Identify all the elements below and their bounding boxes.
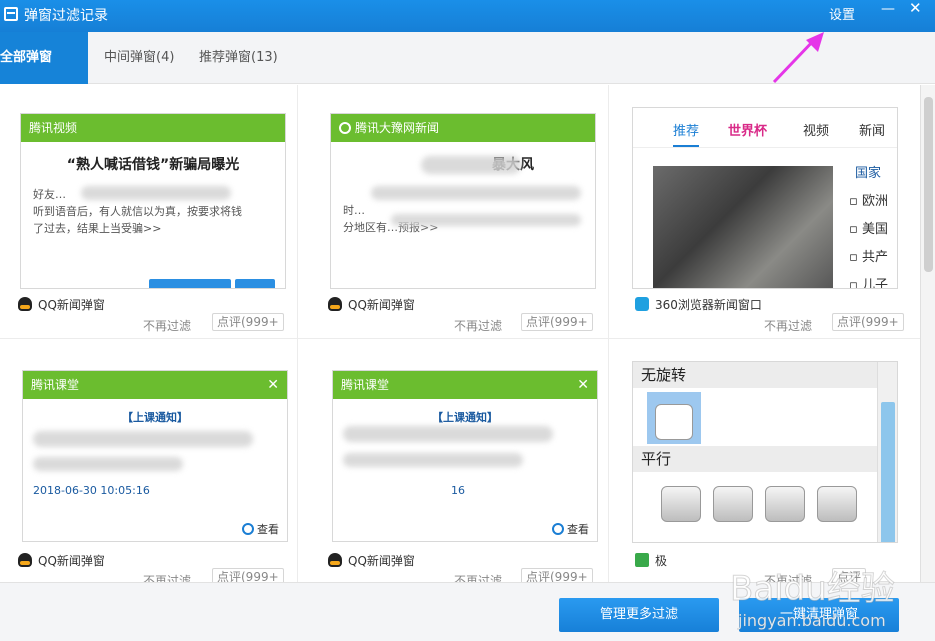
- popup-header: 腾讯视频: [21, 114, 285, 142]
- popup-thumbnail[interactable]: 腾讯课堂 ✕ 【上课通知】 2018-06-30 10:05:16 查看: [22, 370, 288, 542]
- popup-headline: “熟人喊话借钱”新骗局曝光: [66, 157, 240, 173]
- no-filter-link[interactable]: 不再过滤: [764, 572, 812, 582]
- review-button[interactable]: 点评(999+: [832, 313, 904, 331]
- popup-body-line: 听到语音后，有人就信以为真，按要求将钱: [33, 205, 242, 218]
- view-button[interactable]: 查看: [552, 521, 589, 537]
- no-filter-link[interactable]: 不再过滤: [454, 317, 502, 334]
- minimize-button[interactable]: —: [881, 1, 895, 17]
- footer: 管理更多过滤 一键清理弹窗: [0, 582, 935, 641]
- source-row: QQ新闻弹窗: [18, 296, 105, 313]
- news-list: ▫ 欧洲 ▫ 美国 ▫ 共产 ▫ 儿子: [849, 194, 888, 289]
- popup-thumbnail[interactable]: 推荐 世界杯 视频 新闻 国家 ▫ 欧洲 ▫ 美国 ▫ 共产 ▫ 儿子: [632, 107, 898, 289]
- qq-icon: [328, 297, 342, 311]
- no-filter-link[interactable]: 不再过滤: [764, 317, 812, 334]
- chart-icon: [635, 553, 649, 567]
- source-label: QQ新闻弹窗: [348, 298, 415, 312]
- qq-icon: [18, 297, 32, 311]
- qq-icon: [328, 553, 342, 567]
- tab-all-popups[interactable]: 全部弹窗(17): [0, 32, 88, 117]
- shape-section-header: 平行: [633, 446, 877, 472]
- news-tab: 世界杯: [728, 124, 768, 139]
- news-tabs: 推荐 世界杯 视频 新闻: [633, 108, 897, 148]
- popup-thumbnail[interactable]: 腾讯大豫网新闻 暴大风 时… 分地区有…预报>>: [330, 113, 596, 289]
- source-label: QQ新闻弹窗: [38, 298, 105, 312]
- popup-header: 腾讯大豫网新闻: [331, 114, 595, 142]
- popup-body-line: 了过去，结果上当受骗>>: [33, 222, 162, 235]
- news-tab: 推荐: [673, 120, 700, 147]
- browser-icon: [635, 297, 649, 311]
- tab-recommended-popups[interactable]: 推荐弹窗(13): [199, 32, 278, 84]
- popup-thumbnail[interactable]: 腾讯课堂 ✕ 【上课通知】 16 查看: [332, 370, 598, 542]
- source-row: QQ新闻弹窗: [328, 552, 415, 569]
- page-scrollbar[interactable]: [920, 85, 935, 582]
- window-title: 弹窗过滤记录: [24, 8, 108, 24]
- review-button[interactable]: 点评: [832, 568, 867, 582]
- review-button[interactable]: 点评(999+: [212, 313, 284, 331]
- popup-header: 腾讯课堂 ✕: [333, 371, 597, 399]
- popup-thumbnail[interactable]: 腾讯视频 “熟人喊话借钱”新骗局曝光 好友… 听到语音后，有人就信以为真，按要求…: [20, 113, 286, 289]
- title-bar: 弹窗过滤记录 设置 — ✕: [0, 0, 935, 32]
- manage-filters-button[interactable]: 管理更多过滤: [559, 598, 719, 632]
- source-label: QQ新闻弹窗: [38, 554, 105, 568]
- qq-icon: [18, 553, 32, 567]
- no-filter-link[interactable]: 不再过滤: [454, 572, 502, 582]
- source-row: QQ新闻弹窗: [328, 296, 415, 313]
- review-button[interactable]: 点评(999+: [521, 568, 593, 582]
- source-row: QQ新闻弹窗: [18, 552, 105, 569]
- no-filter-link[interactable]: 不再过滤: [143, 572, 191, 582]
- shape-section-header: 无旋转: [633, 362, 897, 388]
- popup-thumbnail[interactable]: 无旋转 平行: [632, 361, 898, 543]
- shape-scrollbar[interactable]: [877, 362, 897, 542]
- view-button[interactable]: 查看: [242, 521, 279, 537]
- tab-bar: 全部弹窗(17) 中间弹窗(4) 推荐弹窗(13): [0, 32, 935, 117]
- close-button[interactable]: ✕: [909, 0, 922, 17]
- tab-middle-popups[interactable]: 中间弹窗(4): [104, 32, 174, 84]
- lesson-date: 16: [451, 484, 465, 497]
- source-row: 极: [635, 552, 667, 569]
- lesson-date: 2018-06-30 10:05:16: [33, 484, 150, 497]
- source-label: 极: [655, 554, 668, 568]
- news-tab: 视频: [803, 124, 830, 139]
- popup-grid: 腾讯视频 “熟人喊话借钱”新骗局曝光 好友… 听到语音后，有人就信以为真，按要求…: [0, 85, 920, 582]
- lesson-title: 【上课通知】: [122, 411, 188, 424]
- app-icon: [4, 7, 18, 21]
- source-label: 360浏览器新闻窗口: [655, 298, 762, 312]
- settings-link[interactable]: 设置: [829, 4, 855, 23]
- no-filter-link[interactable]: 不再过滤: [143, 317, 191, 334]
- news-photo: [653, 166, 833, 288]
- source-row: 360浏览器新闻窗口: [635, 296, 762, 313]
- lesson-title: 【上课通知】: [432, 411, 498, 424]
- review-button[interactable]: 点评(999+: [521, 313, 593, 331]
- popup-header: 腾讯课堂 ✕: [23, 371, 287, 399]
- clean-popups-button[interactable]: 一键清理弹窗: [739, 598, 899, 632]
- review-button[interactable]: 点评(999+: [212, 568, 284, 582]
- source-label: QQ新闻弹窗: [348, 554, 415, 568]
- news-tab: 新闻: [859, 124, 886, 139]
- news-list-head: 国家: [855, 166, 882, 181]
